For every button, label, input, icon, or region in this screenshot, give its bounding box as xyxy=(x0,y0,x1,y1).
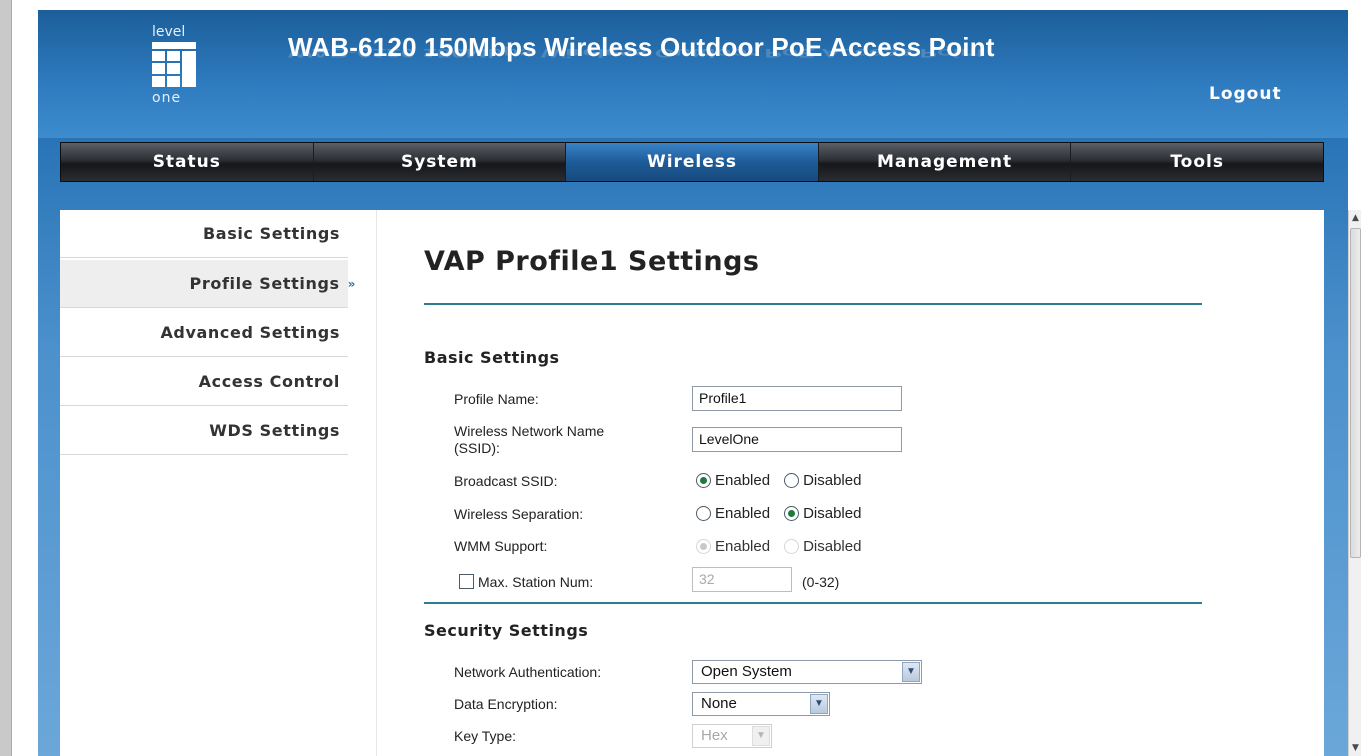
product-title-reflection: WAB-6120 150Mbps Wireless Outdoor PoE Ac… xyxy=(288,46,985,61)
broadcast-disabled-radio[interactable] xyxy=(784,473,800,488)
sidebar-item-label: Profile Settings xyxy=(189,274,340,293)
header-banner: level one WAB-6120 150Mbps Wireless Outd… xyxy=(38,10,1348,138)
levelone-logo: level one xyxy=(152,24,198,106)
page-scrollbar[interactable]: ▲ ▼ xyxy=(1348,210,1361,756)
section-divider xyxy=(424,303,1202,305)
ssid-label-line1: Wireless Network Name xyxy=(454,423,605,439)
nav-tab-tools[interactable]: Tools xyxy=(1071,143,1323,181)
main-nav: Status System Wireless Management Tools xyxy=(60,142,1324,182)
profile-name-label: Profile Name: xyxy=(454,391,539,407)
data-encryption-select[interactable]: None ▼ xyxy=(692,692,830,716)
ssid-input[interactable]: LevelOne xyxy=(692,427,902,452)
max-station-checkbox[interactable] xyxy=(459,574,474,589)
wmm-disabled-radio[interactable] xyxy=(784,539,800,554)
browser-viewport: level one WAB-6120 150Mbps Wireless Outd… xyxy=(0,0,1361,756)
sidebar-item-access-control[interactable]: Access Control xyxy=(60,358,348,406)
nav-tab-status[interactable]: Status xyxy=(61,143,314,181)
sidebar-item-wds-settings[interactable]: WDS Settings xyxy=(60,407,348,455)
network-auth-select[interactable]: Open System ▼ xyxy=(692,660,922,684)
network-auth-label: Network Authentication: xyxy=(454,664,602,680)
ssid-label-line2: (SSID): xyxy=(454,440,500,456)
separation-disabled-label: Disabled xyxy=(803,505,862,522)
main-form: VAP Profile1 Settings Basic Settings Pro… xyxy=(424,210,1324,756)
scroll-down-arrow-icon[interactable]: ▼ xyxy=(1349,740,1361,756)
wmm-disabled-label: Disabled xyxy=(803,538,862,555)
broadcast-ssid-label: Broadcast SSID: xyxy=(454,473,558,489)
sidebar-item-label: Advanced Settings xyxy=(160,323,340,342)
logo-text-one: one xyxy=(152,90,182,106)
key-type-select[interactable]: Hex ▼ xyxy=(692,724,772,748)
network-auth-value: Open System xyxy=(701,663,792,680)
wmm-enabled-radio[interactable] xyxy=(696,539,711,554)
wmm-enabled-label: Enabled xyxy=(715,538,771,555)
separation-enabled-label: Enabled xyxy=(715,505,771,522)
content-panel: Basic Settings Profile Settings » Advanc… xyxy=(60,210,1324,756)
security-settings-heading: Security Settings xyxy=(424,621,589,640)
wmm-support-radio-group: Enabled Disabled xyxy=(696,538,875,555)
section-divider xyxy=(424,602,1202,604)
key-type-label: Key Type: xyxy=(454,728,517,744)
sidebar-item-advanced-settings[interactable]: Advanced Settings xyxy=(60,309,348,357)
page-title: VAP Profile1 Settings xyxy=(424,246,760,277)
admin-shell: level one WAB-6120 150Mbps Wireless Outd… xyxy=(38,10,1348,756)
chevron-down-icon: ▼ xyxy=(810,694,828,714)
wireless-separation-label: Wireless Separation: xyxy=(454,506,584,522)
wmm-support-label: WMM Support: xyxy=(454,538,548,554)
sidebar: Basic Settings Profile Settings » Advanc… xyxy=(60,210,377,756)
broadcast-enabled-radio[interactable] xyxy=(696,473,711,488)
sidebar-item-label: Access Control xyxy=(198,372,340,391)
separation-enabled-radio[interactable] xyxy=(696,506,711,521)
chevron-down-icon: ▼ xyxy=(902,662,920,682)
profile-name-input[interactable]: Profile1 xyxy=(692,386,902,411)
separation-disabled-radio[interactable] xyxy=(784,506,800,521)
broadcast-enabled-label: Enabled xyxy=(715,472,771,489)
key-type-value: Hex xyxy=(701,727,728,744)
max-station-input[interactable]: 32 xyxy=(692,567,792,592)
wireless-separation-radio-group: Enabled Disabled xyxy=(696,505,875,522)
scroll-up-arrow-icon[interactable]: ▲ xyxy=(1349,210,1361,226)
logo-text-level: level xyxy=(152,24,186,40)
data-encryption-label: Data Encryption: xyxy=(454,696,558,712)
chevron-down-icon: ▼ xyxy=(752,726,770,746)
sidebar-item-profile-settings[interactable]: Profile Settings » xyxy=(60,260,355,308)
sidebar-item-basic-settings[interactable]: Basic Settings xyxy=(60,210,348,258)
sidebar-item-label: Basic Settings xyxy=(203,224,340,243)
max-station-range: (0-32) xyxy=(802,574,840,590)
data-encryption-value: None xyxy=(701,695,737,712)
nav-tab-wireless[interactable]: Wireless xyxy=(566,143,819,181)
basic-settings-heading: Basic Settings xyxy=(424,348,560,367)
logout-link[interactable]: Logout xyxy=(1209,84,1282,104)
nav-tab-system[interactable]: System xyxy=(314,143,567,181)
max-station-label: Max. Station Num: xyxy=(478,574,594,590)
broadcast-ssid-radio-group: Enabled Disabled xyxy=(696,472,875,489)
sidebar-item-label: WDS Settings xyxy=(209,421,340,440)
window-edge xyxy=(0,0,12,756)
active-marker-icon: » xyxy=(347,276,356,291)
logo-grid-icon xyxy=(152,42,196,87)
scroll-thumb[interactable] xyxy=(1350,228,1361,558)
broadcast-disabled-label: Disabled xyxy=(803,472,862,489)
nav-tab-management[interactable]: Management xyxy=(819,143,1072,181)
